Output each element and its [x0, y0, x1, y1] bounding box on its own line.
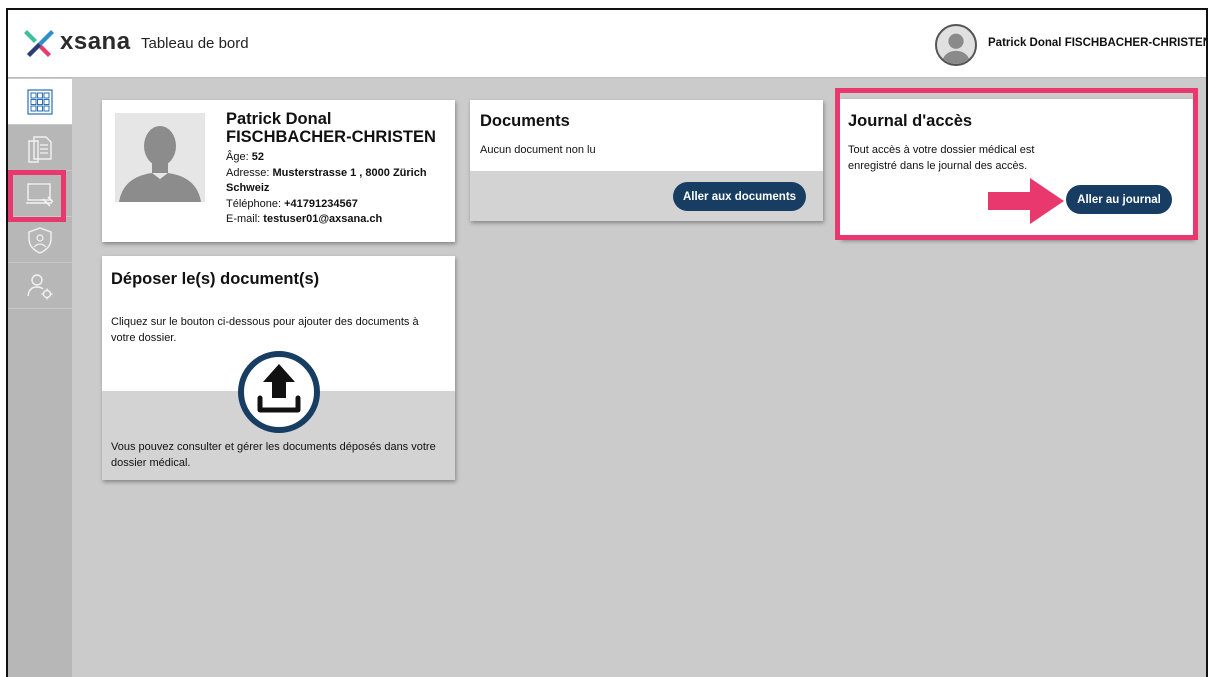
sidebar-item-privacy[interactable] [8, 217, 72, 263]
profile-photo [115, 113, 205, 202]
upload-icon[interactable] [237, 350, 321, 434]
documents-status: Aucun document non lu [480, 144, 596, 156]
email-value: testuser01@axsana.ch [263, 213, 383, 225]
brand-name: xsana [60, 28, 131, 55]
sidebar-item-dashboard[interactable] [8, 79, 72, 125]
user-gear-icon [27, 273, 53, 299]
sidebar-highlight-box [8, 170, 66, 222]
pointer-arrow-icon [988, 178, 1064, 224]
documents-icon [28, 135, 52, 163]
sidebar-item-settings[interactable] [8, 263, 72, 309]
profile-silhouette-icon [119, 126, 201, 202]
sidebar [8, 79, 72, 677]
phone-value: +41791234567 [284, 197, 358, 210]
profile-card: Patrick Donal FISCHBACHER-CHRISTEN Âge: … [102, 100, 455, 242]
upload-footer-text: Vous pouvez consulter et gérer les docum… [111, 441, 436, 469]
age-label: Âge: [226, 151, 249, 163]
upload-description: Cliquez sur le bouton ci-dessous pour aj… [111, 316, 419, 344]
profile-details: Âge: 52 Adresse: Musterstrasse 1 , 8000 … [226, 150, 427, 228]
upload-title: Déposer le(s) document(s) [111, 270, 320, 288]
documents-title: Documents [480, 112, 570, 130]
app-window: xsana Tableau de bord Patrick Donal FISC… [6, 8, 1208, 677]
age-value: 52 [251, 151, 264, 163]
country-value: Schweiz [226, 182, 270, 194]
sidebar-item-documents[interactable] [8, 125, 72, 171]
xsana-logo-icon [24, 30, 54, 57]
address-label: Adresse: [226, 166, 270, 179]
grid-icon [27, 88, 53, 115]
documents-footer: Aller aux documents [470, 171, 823, 221]
user-name[interactable]: Patrick Donal FISCHBACHER-CHRISTEN [988, 37, 1206, 49]
user-silhouette-icon [941, 33, 971, 64]
address-value: Musterstrasse 1 , 8000 Zürich [272, 166, 427, 179]
phone-label: Téléphone: [226, 197, 282, 210]
documents-card: Documents Aucun document non lu Aller au… [470, 100, 823, 221]
profile-name: Patrick Donal FISCHBACHER-CHRISTEN [226, 110, 436, 146]
email-label: E-mail: [226, 213, 261, 225]
user-avatar[interactable] [935, 24, 977, 66]
upload-card: Déposer le(s) document(s) Cliquez sur le… [102, 256, 455, 480]
top-bar: xsana Tableau de bord Patrick Donal FISC… [8, 10, 1206, 78]
go-to-documents-button[interactable]: Aller aux documents [673, 182, 806, 211]
page-title: Tableau de bord [141, 35, 249, 52]
shield-person-icon [28, 226, 52, 254]
